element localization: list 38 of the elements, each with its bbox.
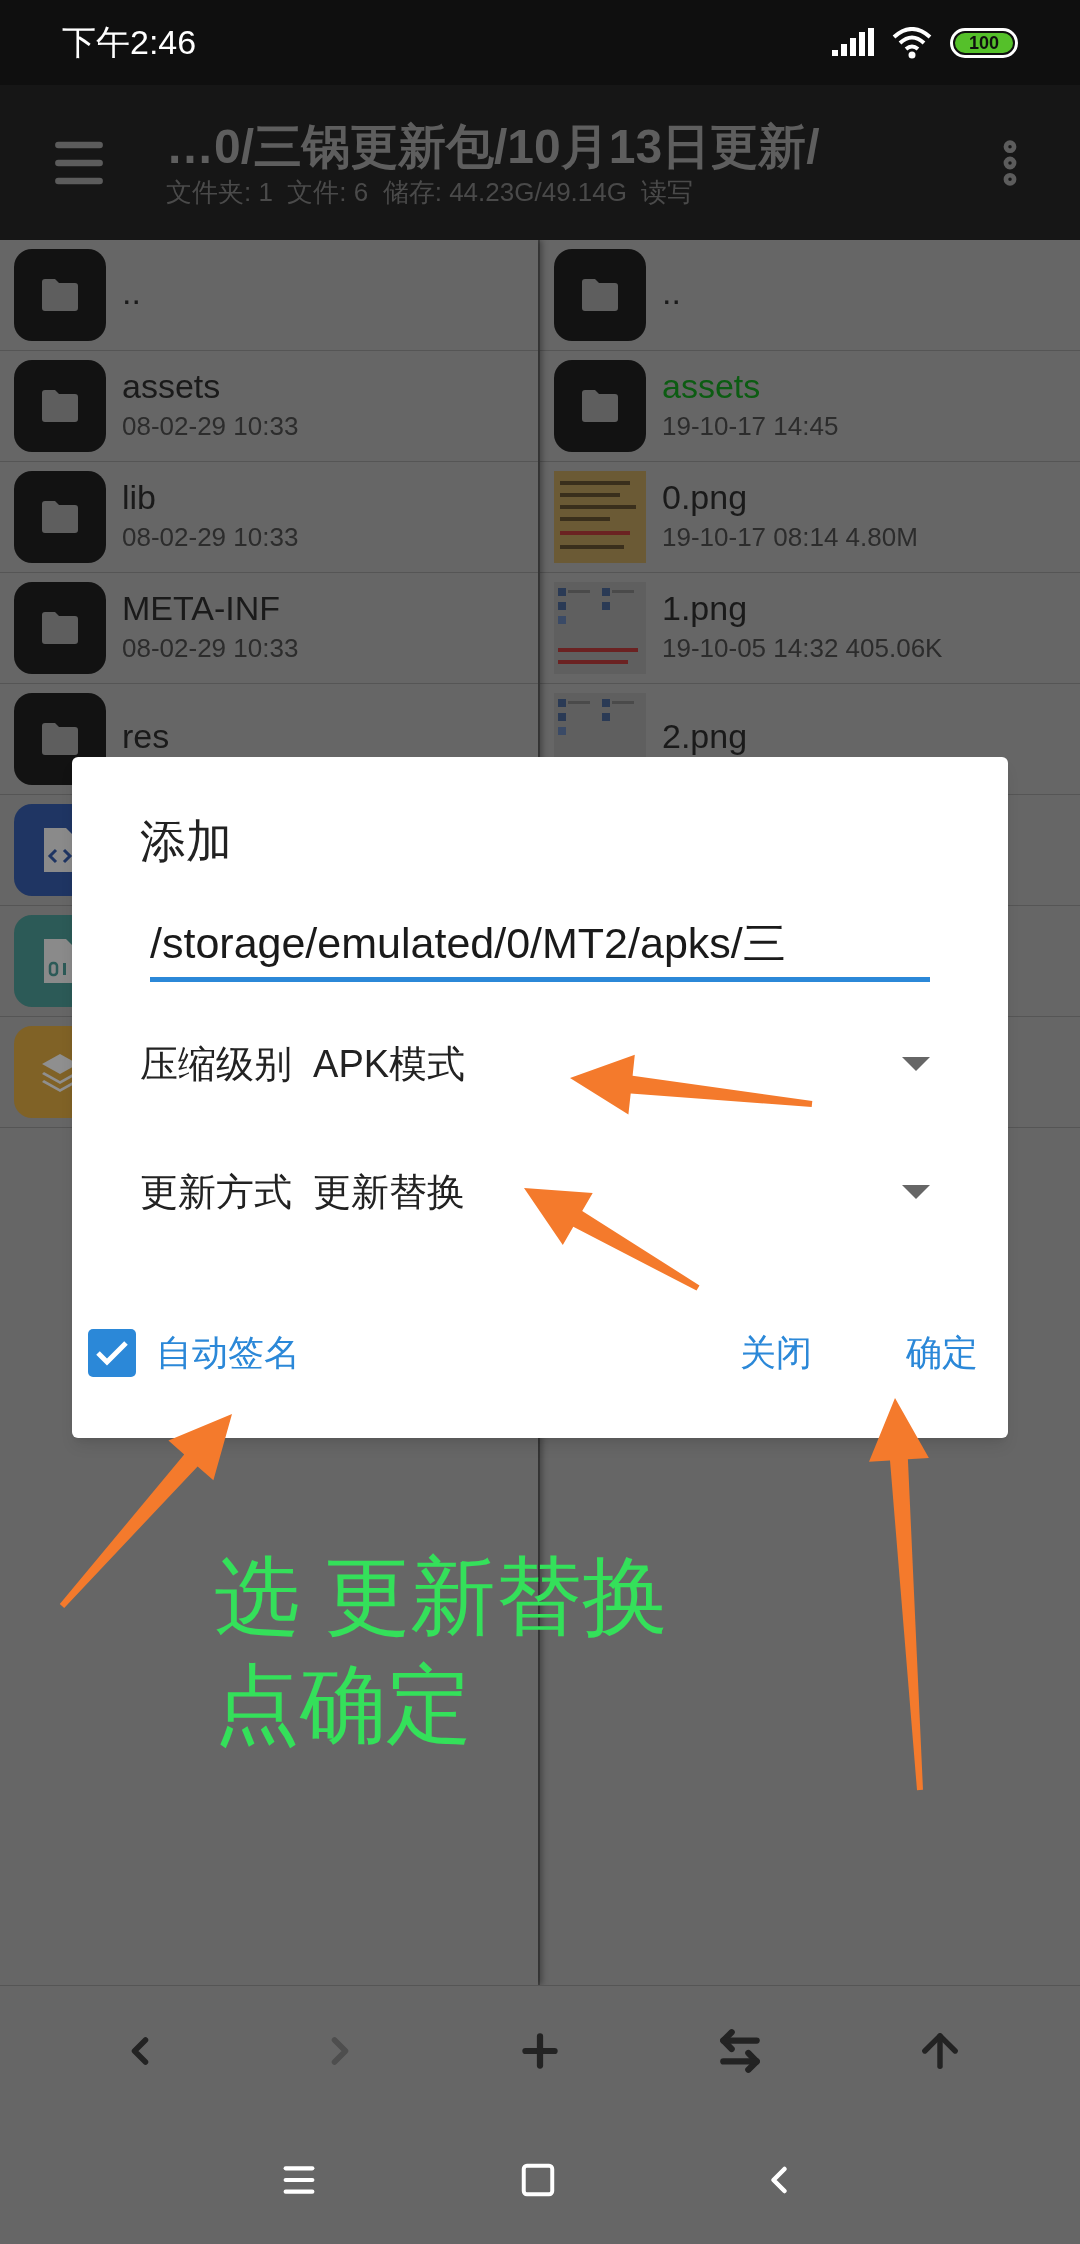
close-button[interactable]: 关闭 xyxy=(728,1318,824,1388)
file-date: 08-02-29 10:33 xyxy=(122,522,299,552)
file-name[interactable]: META-INF xyxy=(122,587,299,629)
confirm-button[interactable]: 确定 xyxy=(894,1318,990,1388)
file-name[interactable]: .. xyxy=(122,271,141,313)
checkbox-label[interactable]: 自动签名 xyxy=(156,1326,300,1380)
dialog-title: 添加 xyxy=(140,814,233,869)
status-time: 下午2:46 xyxy=(62,22,197,63)
dropdown-caret-icon xyxy=(902,1185,930,1199)
battery-icon: 100 xyxy=(950,27,1018,58)
dropdown[interactable]: 压缩级别 APK模式 xyxy=(140,1024,940,1104)
wifi-icon xyxy=(892,26,932,59)
dropdown-caret-icon xyxy=(902,1057,930,1071)
folder-icon xyxy=(554,360,646,452)
folder-icon xyxy=(14,582,106,674)
file-name[interactable]: assets xyxy=(122,365,299,407)
file-date: 08-02-29 10:33 xyxy=(122,633,299,663)
file-date: 19-10-17 08:14 4.80M xyxy=(662,522,918,552)
path-field[interactable]: /storage/emulated/0/MT2/apks/三 xyxy=(150,913,930,982)
checkbox[interactable] xyxy=(88,1329,136,1377)
folder-icon xyxy=(14,471,106,563)
annotation-text: 点确定 xyxy=(214,1656,473,1752)
file-date: 08-02-29 10:33 xyxy=(122,411,299,441)
file-name[interactable]: 2.png xyxy=(662,715,748,757)
file-date: 19-10-05 14:32 405.06K xyxy=(662,633,943,663)
file-name[interactable]: 1.png xyxy=(662,587,943,629)
dropdown[interactable]: 更新方式 更新替换 xyxy=(140,1152,940,1232)
signal-icon xyxy=(832,27,874,58)
file-name[interactable]: res xyxy=(122,715,170,757)
file-name[interactable]: lib xyxy=(122,476,299,518)
file-name[interactable]: .. xyxy=(662,271,681,313)
annotation-text: 选 更新替换 xyxy=(214,1548,668,1644)
folder-icon xyxy=(14,360,106,452)
folder-icon xyxy=(554,249,646,341)
file-name[interactable]: 0.png xyxy=(662,476,918,518)
file-date: 19-10-17 14:45 xyxy=(662,411,839,441)
folder-icon xyxy=(14,249,106,341)
path-title: …0/三锅更新包/10月13日更新/ xyxy=(166,118,821,175)
